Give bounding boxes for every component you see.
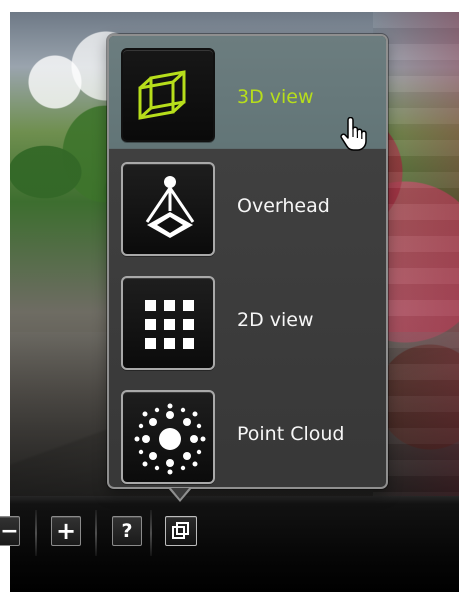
point-cloud-tile (121, 390, 215, 484)
3d-view-icon (138, 70, 186, 120)
point-cloud-icon (134, 403, 206, 475)
3d-view-tile (121, 48, 215, 142)
menu-pointer-inner (171, 488, 189, 499)
toolbar-highlight (10, 496, 459, 504)
menu-item-point-cloud[interactable]: Point Cloud (109, 378, 386, 487)
help-label: ? (121, 520, 133, 542)
menu-item-2d-view[interactable]: 2D view (109, 264, 386, 376)
zoom-in-label: + (55, 517, 77, 545)
screen-frame: − + ? 3D view Overhead 2D view Point Clo… (0, 0, 459, 592)
zoom-in-button[interactable]: + (51, 516, 81, 546)
2d-view-tile (121, 276, 215, 370)
toolbar-separator (95, 510, 97, 556)
overhead-icon (145, 176, 195, 238)
toolbar-separator (150, 510, 152, 556)
view-mode-menu: 3D view Overhead 2D view Point Cloud (107, 34, 388, 489)
2d-view-icon (145, 300, 194, 349)
menu-label-3d-view: 3D view (237, 86, 314, 108)
menu-label-point-cloud: Point Cloud (237, 423, 345, 445)
overhead-tile (121, 162, 215, 256)
menu-item-overhead[interactable]: Overhead (109, 150, 386, 262)
menu-label-overhead: Overhead (237, 195, 330, 217)
zoom-out-label: − (0, 518, 19, 544)
zoom-out-button[interactable]: − (0, 516, 20, 546)
menu-label-2d-view: 2D view (237, 309, 314, 331)
view-mode-icon (172, 522, 189, 539)
help-button[interactable]: ? (112, 516, 142, 546)
hand-cursor-icon (340, 117, 367, 151)
toolbar-separator (35, 510, 37, 556)
view-mode-button[interactable] (165, 516, 197, 546)
